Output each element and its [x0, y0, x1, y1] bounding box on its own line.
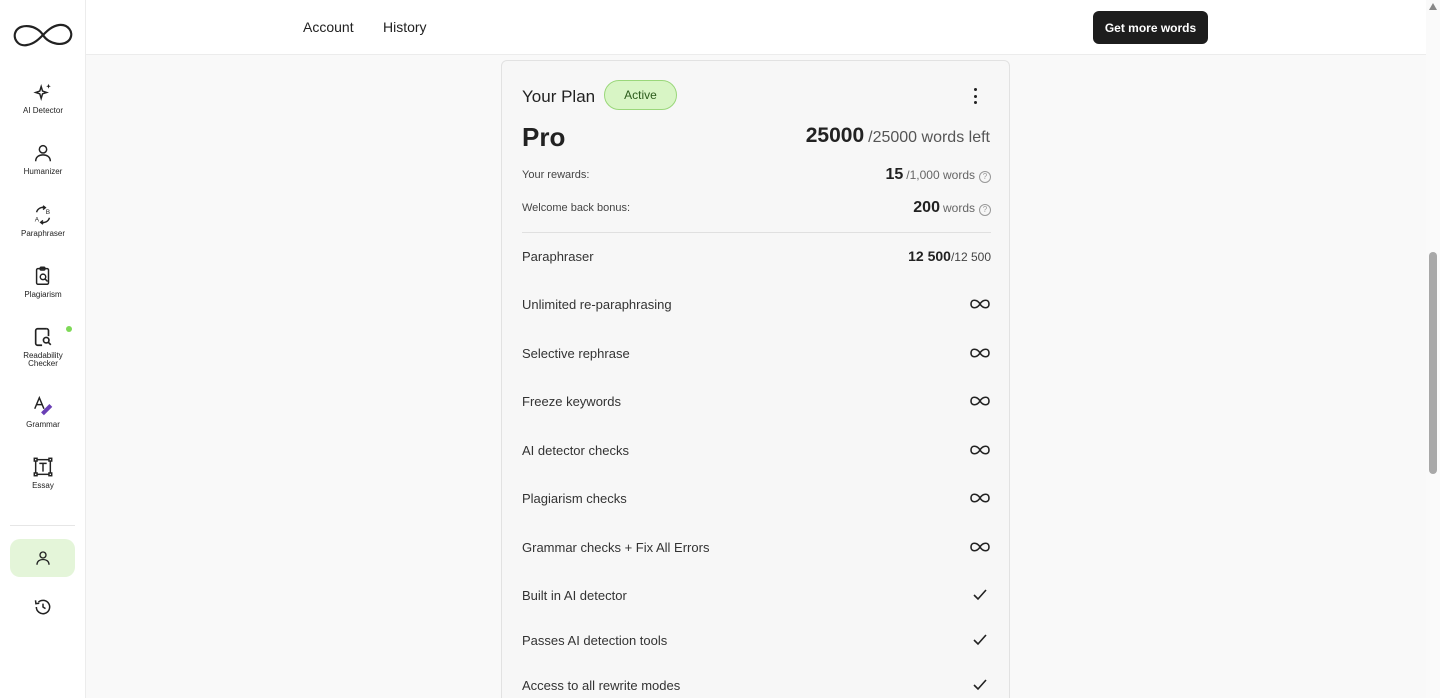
words-total: /25000 words left — [868, 129, 990, 146]
plan-title: Your Plan — [522, 87, 596, 106]
feature-label: Plagiarism checks — [522, 490, 627, 506]
tab-account[interactable]: Account — [303, 19, 354, 35]
feature-row: Unlimited re-paraphrasing — [522, 294, 991, 314]
feature-row: Access to all rewrite modes — [522, 675, 991, 695]
sidebar-item-label: Grammar — [26, 420, 60, 429]
sidebar-item-humanizer[interactable]: Humanizer — [0, 142, 86, 192]
infinity-icon — [970, 493, 990, 503]
tab-history[interactable]: History — [383, 19, 427, 35]
infinity-icon — [970, 396, 990, 406]
feature-row: Passes AI detection tools — [522, 630, 991, 650]
rewards-row: Your rewards: 15 /1,000 words ? — [522, 166, 991, 184]
scroll-up-arrow-icon[interactable] — [1429, 3, 1437, 10]
paraphraser-row: Paraphraser 12 500 /12 500 — [522, 246, 991, 266]
sidebar-item-label: Paraphraser — [20, 229, 66, 238]
feature-label: Unlimited re-paraphrasing — [522, 296, 672, 312]
svg-text:B: B — [46, 209, 50, 216]
check-icon — [973, 679, 987, 691]
bonus-value: 200 — [913, 199, 940, 216]
bonus-label: Welcome back bonus: — [522, 202, 631, 214]
words-left: 25000 /25000 words left — [806, 124, 990, 148]
rewards-unit: /1,000 words — [906, 168, 975, 182]
grammar-icon — [34, 395, 53, 416]
new-indicator-dot — [66, 326, 72, 332]
infinity-icon — [970, 299, 990, 309]
check-icon — [973, 589, 987, 601]
sidebar: AI Detector Humanizer A B Paraphraser Pl… — [0, 0, 86, 698]
person-icon — [35, 551, 50, 565]
paraphraser-label: Paraphraser — [522, 248, 594, 264]
sidebar-item-readability-checker[interactable]: Readability Checker — [0, 326, 86, 376]
rewards-value: 15 — [885, 166, 904, 183]
sidebar-item-ai-detector[interactable]: AI Detector — [0, 81, 86, 131]
feature-label: Freeze keywords — [522, 393, 621, 409]
clipboard-search-icon — [35, 266, 50, 285]
infinity-icon — [970, 445, 990, 455]
person-icon — [34, 144, 52, 162]
sidebar-item-plagiarism[interactable]: Plagiarism — [0, 265, 86, 315]
infinity-icon — [970, 542, 990, 552]
scrollbar-thumb[interactable] — [1429, 252, 1437, 474]
help-icon[interactable]: ? — [979, 204, 991, 216]
feature-label: AI detector checks — [522, 442, 629, 458]
get-more-words-button[interactable]: Get more words — [1093, 11, 1208, 44]
feature-label: Selective rephrase — [522, 345, 630, 361]
words-remaining: 25000 — [805, 124, 865, 147]
help-icon[interactable]: ? — [979, 171, 991, 183]
feature-row: AI detector checks — [522, 440, 991, 460]
rewards-label: Your rewards: — [522, 169, 590, 181]
bonus-row: Welcome back bonus: 200 words ? — [522, 199, 991, 217]
feature-row: Plagiarism checks — [522, 488, 991, 508]
sidebar-item-label: Humanizer — [23, 167, 63, 176]
vertical-scrollbar[interactable] — [1426, 0, 1440, 698]
sidebar-item-label: AI Detector — [22, 106, 63, 115]
sidebar-item-label: Readability Checker — [23, 351, 63, 368]
feature-row: Selective rephrase — [522, 343, 991, 363]
sidebar-item-essay[interactable]: Essay — [0, 456, 86, 506]
text-frame-icon — [33, 457, 53, 477]
plan-card: Your Plan Active Pro 25000 /25000 words … — [501, 60, 1010, 698]
feature-label: Built in AI detector — [522, 587, 627, 603]
section-divider — [522, 232, 991, 233]
status-badge: Active — [604, 80, 677, 110]
sidebar-item-grammar[interactable]: Grammar — [0, 395, 86, 445]
feature-row: Freeze keywords — [522, 391, 991, 411]
sidebar-divider — [10, 525, 75, 526]
feature-label: Access to all rewrite modes — [522, 677, 681, 693]
feature-row: Grammar checks + Fix All Errors — [522, 537, 991, 557]
paraphrase-icon: A B — [35, 205, 51, 225]
sidebar-item-label: Plagiarism — [24, 290, 62, 299]
paraphraser-value: 12 500 — [908, 248, 951, 264]
svg-text:A: A — [35, 216, 40, 223]
plan-name: Pro — [522, 122, 566, 152]
sidebar-item-paraphraser[interactable]: A B Paraphraser — [0, 204, 86, 254]
sidebar-item-label: Essay — [32, 481, 54, 490]
paraphraser-total: /12 500 — [950, 250, 991, 264]
history-icon — [34, 599, 50, 615]
check-icon — [973, 634, 987, 646]
feature-row: Built in AI detector — [522, 585, 991, 605]
feature-label: Passes AI detection tools — [522, 632, 668, 648]
top-header: Account History Get more words — [86, 0, 1426, 55]
history-button[interactable] — [10, 588, 75, 626]
account-button[interactable] — [10, 539, 75, 577]
infinity-logo-icon[interactable] — [11, 20, 75, 50]
infinity-icon — [970, 348, 990, 358]
feature-label: Grammar checks + Fix All Errors — [522, 539, 710, 555]
sparkle-icon — [33, 83, 51, 101]
doc-search-icon — [34, 327, 52, 347]
bonus-unit: words — [942, 201, 975, 215]
more-options-icon[interactable] — [967, 86, 983, 106]
